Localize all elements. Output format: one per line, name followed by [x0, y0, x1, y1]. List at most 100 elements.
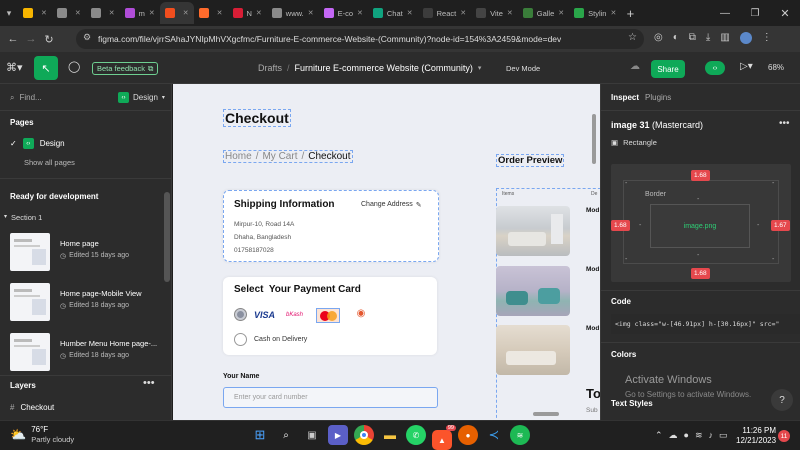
file-explorer-icon[interactable]: ▬ — [380, 425, 400, 445]
figma-menu-icon[interactable]: ⌘▾ — [6, 61, 23, 74]
payment-card[interactable]: Select Your Payment Card VISA bKash ◉ Ca… — [223, 277, 437, 355]
tab-search-icon[interactable]: ▾ — [0, 2, 18, 24]
browser-tab[interactable]: ✕ — [86, 2, 120, 24]
tab-close-icon[interactable]: ✕ — [610, 9, 616, 17]
breadcrumb-my-cart[interactable]: My Cart — [262, 151, 297, 162]
minimize-button[interactable]: — — [710, 8, 740, 19]
browser-tab[interactable]: ✕ — [52, 2, 86, 24]
design-canvas[interactable]: Checkout Home / My Cart / Checkout Shipp… — [173, 84, 600, 420]
present-icon[interactable]: ▷▾ — [740, 61, 753, 72]
dev-mode-cursor-button[interactable]: ↖ — [34, 56, 58, 80]
url-input[interactable]: ⚙ figma.com/file/vjrrSAhaJYNIpMhVXgcfmc/… — [76, 29, 644, 49]
tab-plugins[interactable]: Plugins — [645, 93, 671, 102]
battery-icon[interactable]: ▭ — [719, 430, 728, 441]
new-tab-button[interactable]: + — [621, 6, 639, 21]
tab-close-icon[interactable]: ✕ — [256, 9, 262, 17]
browser-tab[interactable]: ✕ — [159, 2, 194, 24]
tray-app-icon[interactable]: ● — [684, 430, 689, 441]
extension-icon-1[interactable]: ◎ — [654, 32, 663, 44]
product-image-2[interactable] — [496, 266, 570, 316]
back-button[interactable]: ← — [4, 33, 22, 45]
product-image-3[interactable] — [496, 325, 570, 375]
mastercard-logo[interactable] — [316, 308, 340, 323]
tab-close-icon[interactable]: ✕ — [308, 9, 314, 17]
help-button[interactable]: ? — [771, 389, 793, 411]
frame-item[interactable]: Humber Menu Home page-... ◷ Edited 18 days… — [0, 330, 172, 374]
checkout-heading[interactable]: Checkout — [223, 109, 291, 127]
browser-tab[interactable]: N ✕ — [228, 2, 267, 24]
product-image-1[interactable] — [496, 206, 570, 256]
restore-button[interactable]: ❐ — [740, 8, 770, 19]
firefox-icon[interactable]: ● — [458, 425, 478, 445]
tab-close-icon[interactable]: ✕ — [183, 9, 189, 17]
browser-tab[interactable]: Vite ✕ — [471, 2, 518, 24]
sidepanel-icon[interactable]: ▥ — [720, 32, 729, 44]
browser-tab[interactable]: m ✕ — [120, 2, 160, 24]
frame-item[interactable]: Home page ◷ Edited 15 days ago — [0, 230, 172, 274]
nagad-logo[interactable]: ◉ — [350, 308, 372, 322]
code-snippet[interactable]: <img class="w-[46.91px] h-[30.16px]" src… — [611, 314, 800, 334]
browser-tab[interactable]: Chat ✕ — [368, 2, 418, 24]
close-window-button[interactable]: ✕ — [770, 7, 800, 20]
menu-icon[interactable]: ⋮ — [762, 32, 772, 44]
weather-widget[interactable]: ⛅ 76°F Partly cloudy — [10, 425, 74, 445]
zoom-level[interactable]: 68% — [768, 63, 784, 72]
browser-tab[interactable]: React ✕ — [418, 2, 471, 24]
notification-count[interactable]: 11 — [778, 430, 790, 442]
layer-row-checkout[interactable]: # Checkout — [0, 398, 172, 416]
clock-date[interactable]: 12/21/2023 — [736, 436, 776, 446]
tab-inspect[interactable]: Inspect — [611, 93, 639, 102]
tab-close-icon[interactable]: ✕ — [558, 9, 564, 17]
show-all-pages-link[interactable]: Show all pages — [24, 158, 75, 167]
comment-icon[interactable]: ◯ — [68, 60, 80, 73]
tab-close-icon[interactable]: ✕ — [507, 9, 513, 17]
canvas-scrollbar-horizontal[interactable] — [533, 412, 559, 416]
dev-mode-toggle[interactable]: ‹› — [705, 61, 725, 75]
tab-close-icon[interactable]: ✕ — [407, 9, 413, 17]
browser-tab[interactable]: ✕ — [194, 2, 228, 24]
file-name[interactable]: Furniture E-commerce Website (Community) — [295, 63, 473, 73]
profile-avatar[interactable] — [739, 32, 752, 44]
change-address-link[interactable]: Change Address ✎ — [361, 201, 422, 209]
spotify-icon[interactable]: ≋ — [510, 425, 530, 445]
bkash-logo[interactable]: bKash — [286, 312, 303, 318]
tab-close-icon[interactable]: ✕ — [109, 9, 115, 17]
tab-close-icon[interactable]: ✕ — [149, 9, 155, 17]
visa-logo[interactable]: VISA — [254, 310, 275, 320]
breadcrumb-home[interactable]: Home — [225, 151, 252, 162]
whatsapp-icon[interactable]: ✆ — [406, 425, 426, 445]
frame-item[interactable]: Home page-Mobile View ◷ Edited 18 days ago — [0, 280, 172, 324]
section-1-toggle[interactable]: ▾ Section 1 — [4, 213, 42, 222]
share-button[interactable]: Share — [651, 60, 685, 78]
element-more-icon[interactable]: ••• — [779, 118, 790, 129]
card-number-input[interactable]: Enter your card number — [223, 387, 438, 408]
breadcrumb-drafts[interactable]: Drafts — [258, 63, 282, 73]
browser-tab[interactable]: Galle ✕ — [518, 2, 569, 24]
forward-button[interactable]: → — [22, 33, 40, 45]
extensions-icon[interactable]: ⧉ — [689, 32, 696, 44]
vscode-icon[interactable]: ≺ — [484, 425, 504, 445]
extension-icon-2[interactable]: ◐ — [673, 32, 679, 44]
task-view-icon[interactable]: ▣ — [302, 425, 322, 445]
layers-more-icon[interactable]: ••• — [143, 377, 155, 389]
design-badge[interactable]: ‹› Design ▾ — [118, 92, 165, 103]
reload-button[interactable]: ↻ — [40, 33, 58, 46]
find-search[interactable]: ⌕ Find... — [10, 93, 42, 103]
canvas-scrollbar-vertical[interactable] — [592, 114, 596, 164]
page-item-design[interactable]: ✓ ‹› Design — [10, 138, 65, 149]
beta-feedback-button[interactable]: Beta feedback ⧉ — [92, 62, 159, 75]
chrome-icon[interactable] — [354, 425, 374, 445]
browser-tab[interactable]: E-co ✕ — [319, 2, 368, 24]
bookmark-star-icon[interactable]: ☆ — [628, 32, 637, 43]
file-menu-chevron-icon[interactable]: ▾ — [478, 64, 482, 73]
left-scrollbar[interactable] — [164, 192, 170, 282]
find-input[interactable]: Find... — [19, 93, 41, 103]
start-button[interactable]: ⊞ — [250, 425, 270, 445]
shipping-card[interactable]: Shipping Information Change Address ✎ Mi… — [223, 190, 439, 262]
tab-close-icon[interactable]: ✕ — [217, 9, 223, 17]
volume-icon[interactable]: ♪ — [709, 430, 714, 441]
tab-close-icon[interactable]: ✕ — [460, 9, 466, 17]
browser-tab[interactable]: ✕ — [18, 2, 52, 24]
site-info-icon[interactable]: ⚙ — [83, 32, 91, 43]
teams-icon[interactable]: ▶ — [328, 425, 348, 445]
